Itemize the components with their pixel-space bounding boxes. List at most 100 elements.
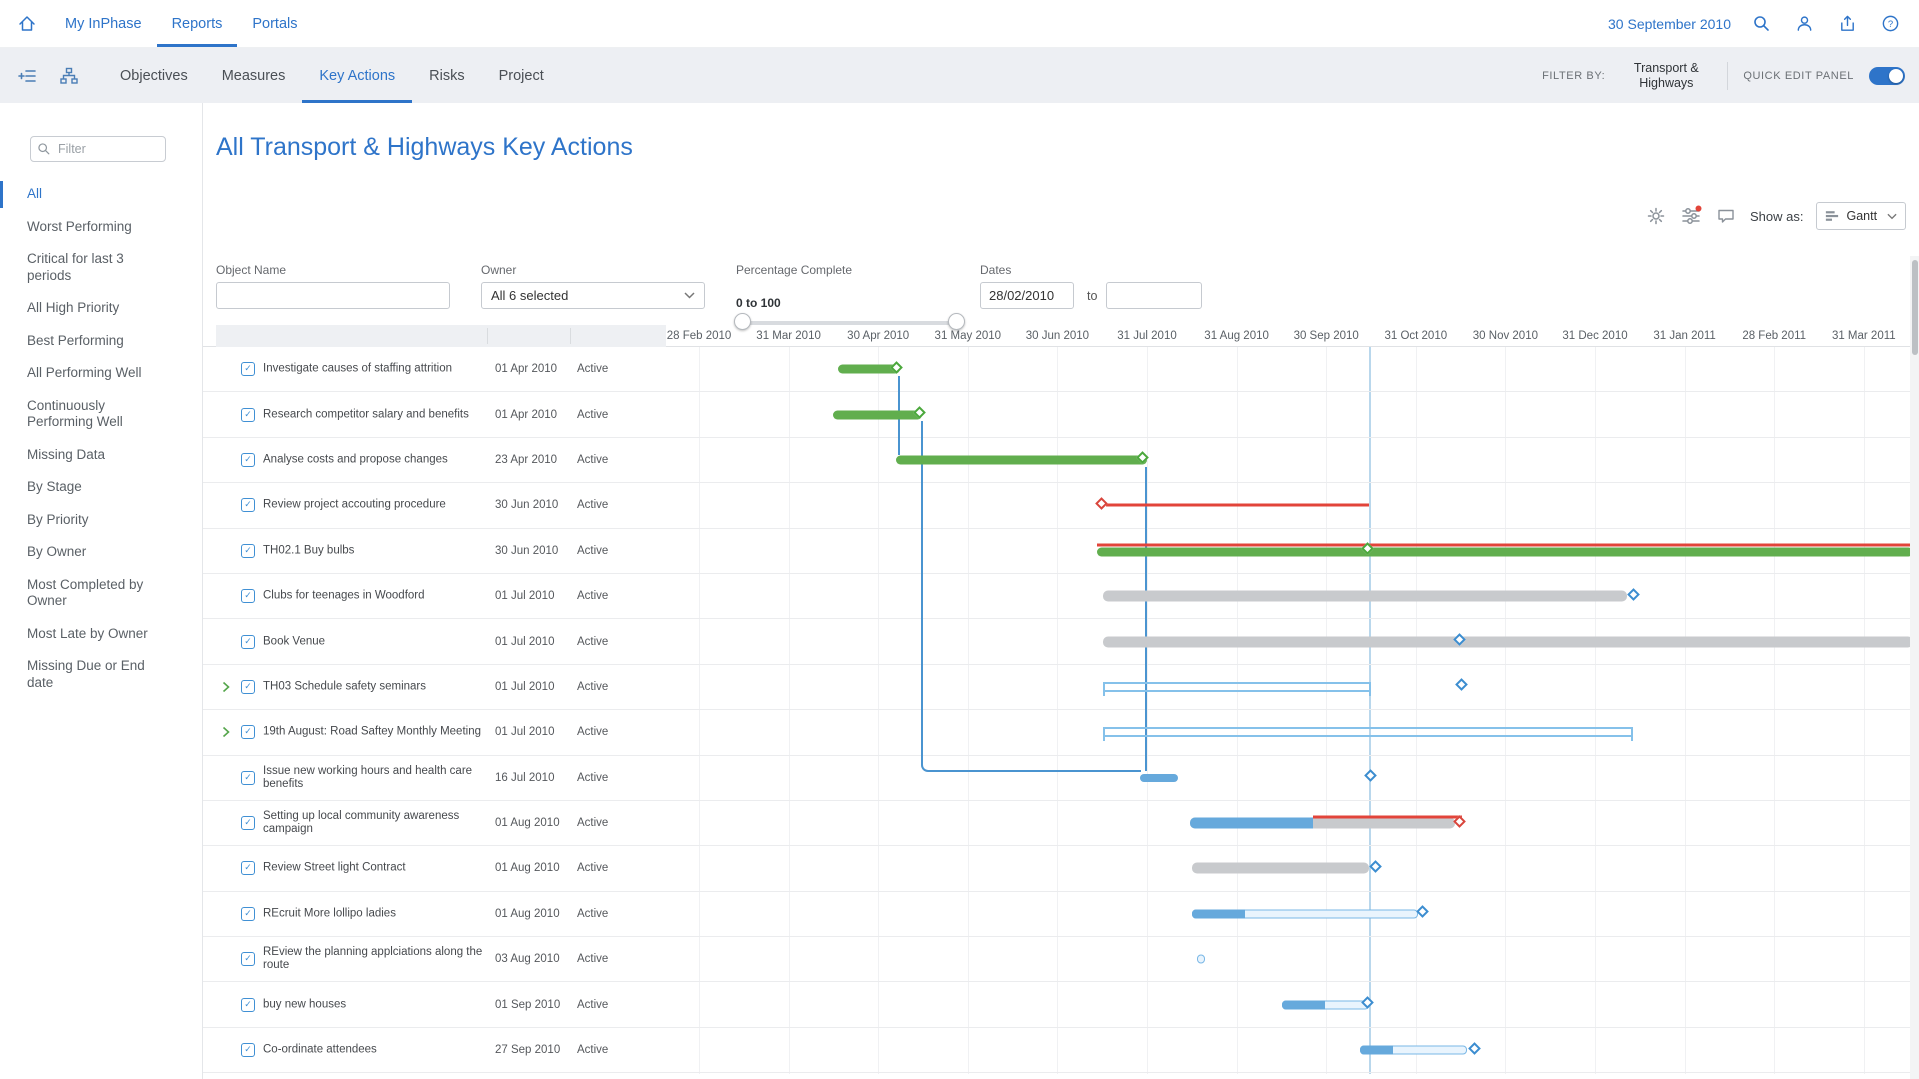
task-name[interactable]: Investigate causes of staffing attrition: [263, 363, 491, 376]
task-checkbox-icon[interactable]: ✓: [241, 770, 255, 785]
nav-link-reports[interactable]: Reports: [156, 0, 238, 47]
gantt-bar[interactable]: [1140, 773, 1178, 782]
task-name[interactable]: Setting up local community awareness cam…: [263, 810, 491, 836]
expand-chevron-icon[interactable]: [222, 681, 230, 693]
owner-select[interactable]: All 6 selected: [481, 282, 705, 309]
gantt-summary-bracket[interactable]: [1103, 727, 1633, 742]
gantt-bar[interactable]: [1103, 636, 1913, 648]
tab-objectives[interactable]: Objectives: [103, 48, 205, 103]
add-list-icon[interactable]: [15, 63, 41, 89]
sidebar-item-all-high-priority[interactable]: All High Priority: [0, 292, 185, 325]
tab-risks[interactable]: Risks: [412, 48, 481, 103]
expand-chevron-icon[interactable]: [222, 726, 230, 738]
gantt-bar[interactable]: [1103, 590, 1627, 602]
task-status: Active: [577, 544, 609, 557]
gantt-bar[interactable]: [1097, 547, 1913, 557]
task-checkbox-icon[interactable]: ✓: [241, 543, 255, 558]
task-checkbox-icon[interactable]: ✓: [241, 362, 255, 377]
milestone-diamond[interactable]: [1626, 587, 1640, 601]
task-checkbox-icon[interactable]: ✓: [241, 634, 255, 649]
task-checkbox-icon[interactable]: ✓: [241, 1043, 255, 1058]
task-name[interactable]: Clubs for teenages in Woodford: [263, 590, 491, 603]
gantt-track-bar[interactable]: [1197, 954, 1205, 964]
tab-measures[interactable]: Measures: [205, 48, 303, 103]
date-to-input[interactable]: [1106, 282, 1202, 309]
tab-project[interactable]: Project: [482, 48, 561, 103]
sidebar-item-most-completed-by-owner[interactable]: Most Completed by Owner: [0, 569, 185, 618]
task-name[interactable]: REcruit More lollipo ladies: [263, 907, 491, 920]
task-name[interactable]: Review project accouting procedure: [263, 499, 491, 512]
sidebar-filter-input[interactable]: [30, 136, 166, 162]
hierarchy-icon[interactable]: [56, 63, 82, 89]
sidebar-item-all-performing-well[interactable]: All Performing Well: [0, 357, 185, 390]
gantt-bar[interactable]: [833, 410, 922, 420]
vertical-scrollbar[interactable]: [1910, 256, 1919, 1079]
task-name[interactable]: Co-ordinate attendees: [263, 1044, 491, 1057]
task-name[interactable]: REview the planning applciations along t…: [263, 946, 491, 972]
filter-by-value[interactable]: Transport & Highways: [1620, 61, 1712, 91]
sidebar-item-best-performing[interactable]: Best Performing: [0, 325, 185, 358]
gantt-summary-bracket[interactable]: [1103, 681, 1371, 696]
nav-link-portals[interactable]: Portals: [237, 0, 312, 47]
task-checkbox-icon[interactable]: ✓: [241, 725, 255, 740]
top-nav: My InPhase Reports Portals 30 September 20…: [0, 0, 1919, 48]
task-name[interactable]: Research competitor salary and benefits: [263, 408, 491, 421]
milestone-diamond[interactable]: [1467, 1041, 1481, 1055]
task-date: 30 Jun 2010: [495, 499, 559, 512]
task-checkbox-icon[interactable]: ✓: [241, 589, 255, 604]
sidebar-item-by-owner[interactable]: By Owner: [0, 536, 185, 569]
milestone-diamond[interactable]: [1368, 860, 1382, 873]
gantt-month-label: 31 Jul 2010: [1117, 330, 1177, 342]
tab-key-actions[interactable]: Key Actions: [302, 48, 413, 103]
task-checkbox-icon[interactable]: ✓: [241, 997, 255, 1012]
sidebar-item-continuously-performing-well[interactable]: Continuously Performing Well: [0, 390, 185, 439]
scrollbar-thumb[interactable]: [1911, 260, 1918, 355]
sidebar-item-by-stage[interactable]: By Stage: [0, 471, 185, 504]
help-icon[interactable]: ?: [1877, 11, 1903, 37]
task-name[interactable]: Review Street light Contract: [263, 862, 491, 875]
task-checkbox-icon[interactable]: ✓: [241, 861, 255, 876]
sidebar-item-most-late-by-owner[interactable]: Most Late by Owner: [0, 618, 185, 651]
task-status: Active: [577, 998, 609, 1011]
nav-link-my-inphase[interactable]: My InPhase: [50, 0, 157, 47]
sidebar-item-all[interactable]: All: [0, 178, 185, 211]
sidebar-item-critical-for-last-3-periods[interactable]: Critical for last 3 periods: [0, 243, 185, 292]
user-icon[interactable]: [1791, 11, 1817, 37]
task-name[interactable]: TH02.1 Buy bulbs: [263, 544, 491, 557]
milestone-diamond[interactable]: [1415, 905, 1429, 919]
task-checkbox-icon[interactable]: ✓: [241, 816, 255, 831]
task-checkbox-icon[interactable]: ✓: [241, 452, 255, 467]
gantt-bar[interactable]: [896, 455, 1147, 465]
task-name[interactable]: TH03 Schedule safety seminars: [263, 680, 491, 693]
task-name[interactable]: buy new houses: [263, 998, 491, 1011]
task-name[interactable]: Book Venue: [263, 635, 491, 648]
gantt-bar[interactable]: [1192, 862, 1369, 874]
task-checkbox-icon[interactable]: ✓: [241, 906, 255, 921]
comment-icon[interactable]: [1715, 205, 1737, 227]
task-name[interactable]: Issue new working hours and health care …: [263, 765, 491, 791]
task-name[interactable]: 19th August: Road Saftey Monthly Meeting: [263, 726, 491, 739]
milestone-diamond[interactable]: [1454, 678, 1468, 692]
milestone-diamond[interactable]: [1363, 769, 1377, 783]
home-icon[interactable]: [14, 11, 40, 37]
task-checkbox-icon[interactable]: ✓: [241, 679, 255, 694]
date-from-input[interactable]: [980, 282, 1074, 309]
sidebar-item-by-priority[interactable]: By Priority: [0, 504, 185, 537]
sidebar-item-worst-performing[interactable]: Worst Performing: [0, 211, 185, 244]
show-as-dropdown[interactable]: Gantt: [1816, 202, 1907, 230]
object-name-input[interactable]: [216, 282, 450, 309]
quick-edit-toggle[interactable]: [1869, 66, 1905, 85]
gantt-month-label: 31 Mar 2010: [756, 330, 821, 342]
filter-sliders-icon[interactable]: [1680, 205, 1702, 227]
task-name[interactable]: Analyse costs and propose changes: [263, 453, 491, 466]
search-icon[interactable]: [1748, 11, 1774, 37]
export-icon[interactable]: [1834, 11, 1860, 37]
gear-icon[interactable]: [1645, 205, 1667, 227]
dependency-connector: [1145, 467, 1147, 771]
task-checkbox-icon[interactable]: ✓: [241, 498, 255, 513]
sidebar-item-missing-data[interactable]: Missing Data: [0, 439, 185, 472]
gantt-bar[interactable]: [1190, 817, 1313, 829]
task-checkbox-icon[interactable]: ✓: [241, 952, 255, 967]
sidebar-item-missing-due-or-end-date[interactable]: Missing Due or End date: [0, 650, 185, 699]
task-checkbox-icon[interactable]: ✓: [241, 407, 255, 422]
